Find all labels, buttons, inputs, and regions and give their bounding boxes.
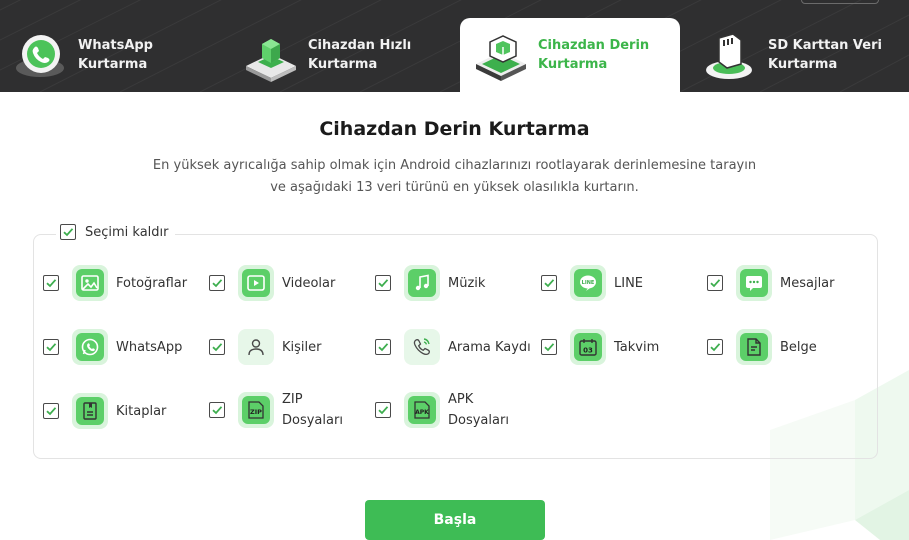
book-icon (72, 393, 108, 429)
select-all-label: Seçimi kaldır (85, 224, 169, 240)
data-type-messages[interactable]: Mesajlar (707, 265, 835, 301)
data-type-label: Videolar (282, 275, 336, 291)
videos-checkbox[interactable] (209, 275, 225, 291)
contacts-checkbox[interactable] (209, 339, 225, 355)
music-icon (404, 265, 440, 301)
apk-checkbox[interactable] (375, 402, 391, 418)
data-type-videos[interactable]: Videolar (209, 265, 335, 301)
zip-icon-text: ZIP (250, 408, 262, 416)
checkmark-icon (212, 406, 223, 415)
data-type-label: Belge (780, 339, 817, 355)
photos-checkbox[interactable] (43, 275, 59, 291)
data-type-calendar[interactable]: 03 Takvim (541, 329, 659, 365)
checkmark-icon (212, 343, 223, 352)
checkmark-icon (212, 279, 223, 288)
whatsapp-icon (72, 329, 108, 365)
apk-icon: APK (404, 392, 440, 428)
data-type-photos[interactable]: Fotoğraflar (43, 265, 187, 301)
checkmark-icon (710, 343, 721, 352)
document-checkbox[interactable] (707, 339, 723, 355)
tab-label: Cihazdan Derin Kurtarma (538, 38, 650, 72)
device-deep-icon (476, 35, 526, 81)
data-type-label: Fotoğraflar (116, 275, 188, 291)
data-type-label: Müzik (448, 275, 486, 291)
svg-text:LINE: LINE (582, 280, 595, 286)
checkmark-icon (378, 343, 389, 352)
checkmark-icon (710, 279, 721, 288)
apk-icon-text: APK (415, 409, 429, 416)
message-icon (736, 265, 772, 301)
data-type-label: Takvim (614, 339, 660, 355)
checkmark-icon (544, 279, 555, 288)
checkmark-icon (46, 279, 57, 288)
calendar-icon-text: 03 (583, 347, 593, 355)
calendar-checkbox[interactable] (541, 339, 557, 355)
checkmark-icon (63, 228, 74, 237)
deselect-all-toggle[interactable]: Seçimi kaldır (56, 224, 175, 240)
select-all-checkbox[interactable] (60, 224, 76, 240)
device-quick-icon (246, 39, 296, 82)
tab-label: WhatsApp Kurtarma (78, 38, 153, 72)
data-type-whatsapp[interactable]: WhatsApp (43, 329, 182, 365)
data-type-line[interactable]: LINE LINE (541, 265, 643, 301)
window-button[interactable] (801, 0, 879, 4)
zip-checkbox[interactable] (209, 402, 225, 418)
data-type-call-log[interactable]: Arama Kaydı (375, 329, 531, 365)
data-type-label: Arama Kaydı (448, 339, 531, 355)
tab-label: SD Karttan Veri Kurtarma (768, 38, 882, 72)
data-type-zip-files[interactable]: ZIP ZIP Dosyaları (209, 389, 343, 431)
music-checkbox[interactable] (375, 275, 391, 291)
data-type-label: Kitaplar (116, 403, 167, 419)
tab-label: Cihazdan Hızlı Kurtarma (308, 38, 412, 72)
data-type-label: Mesajlar (780, 275, 835, 291)
books-checkbox[interactable] (43, 403, 59, 419)
page-description: En yüksek ayrıcalığa sahip olmak için An… (152, 158, 757, 195)
data-type-contacts[interactable]: Kişiler (209, 329, 321, 365)
document-icon (736, 329, 772, 365)
tab-whatsapp-recovery[interactable]: WhatsApp Kurtarma (10, 18, 230, 92)
line-icon: LINE (570, 265, 606, 301)
line-checkbox[interactable] (541, 275, 557, 291)
whatsapp-checkbox[interactable] (43, 339, 59, 355)
contact-icon (238, 329, 274, 365)
data-type-books[interactable]: Kitaplar (43, 393, 166, 429)
start-button[interactable]: Başla (365, 500, 545, 540)
checkmark-icon (378, 406, 389, 415)
video-icon (238, 265, 274, 301)
data-type-label: WhatsApp (116, 339, 183, 355)
data-type-music[interactable]: Müzik (375, 265, 485, 301)
page-title: Cihazdan Derin Kurtarma (319, 118, 590, 140)
whatsapp-phone-icon (16, 35, 64, 77)
calendar-icon: 03 (570, 329, 606, 365)
data-type-apk-files[interactable]: APK APK Dosyaları (375, 389, 509, 431)
call-log-icon (404, 329, 440, 365)
top-tab-bar: WhatsApp Kurtarma Cihazdan Hızlı Kurtarm… (0, 0, 909, 92)
checkmark-icon (46, 407, 57, 416)
checkmark-icon (46, 343, 57, 352)
messages-checkbox[interactable] (707, 275, 723, 291)
data-type-label: APK Dosyaları (448, 392, 509, 428)
checkmark-icon (544, 343, 555, 352)
tab-device-deep-recovery[interactable]: Cihazdan Derin Kurtarma (460, 18, 680, 92)
checkmark-icon (378, 279, 389, 288)
sd-card-icon (706, 33, 752, 79)
data-type-label: Kişiler (282, 339, 322, 355)
data-type-document[interactable]: Belge (707, 329, 817, 365)
data-type-label: LINE (614, 275, 644, 291)
zip-icon: ZIP (238, 392, 274, 428)
photo-icon (72, 265, 108, 301)
call-log-checkbox[interactable] (375, 339, 391, 355)
data-type-label: ZIP Dosyaları (282, 392, 343, 428)
tab-sd-card-recovery[interactable]: SD Karttan Veri Kurtarma (700, 18, 909, 92)
tab-device-quick-recovery[interactable]: Cihazdan Hızlı Kurtarma (240, 18, 460, 92)
